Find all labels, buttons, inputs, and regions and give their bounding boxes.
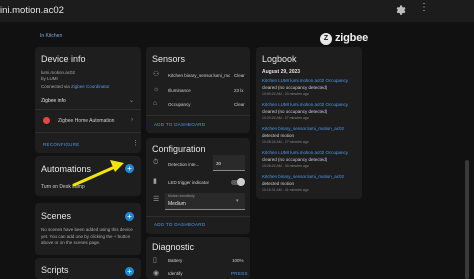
scrollbar[interactable] bbox=[465, 160, 469, 279]
sensors-title: Sensors bbox=[152, 54, 186, 64]
battery-value: 100% bbox=[232, 258, 244, 263]
battery-label[interactable]: Battery bbox=[168, 258, 182, 263]
sensors-add-to-dashboard-button[interactable]: ADD TO DASHBOARD bbox=[154, 122, 205, 127]
motion-sensitivity-label: Motion sensitivity bbox=[168, 194, 195, 198]
logbook-entity-link[interactable]: Kitchen binary_sensor.lumi_motion_ac02 bbox=[262, 126, 344, 131]
sensors-card: Sensors ⚇ Kitchen binary_sensor.lumi_mot… bbox=[146, 47, 250, 133]
automation-item[interactable]: Turn on Desk Lamp bbox=[41, 184, 85, 190]
add-automation-button[interactable]: + bbox=[125, 164, 134, 173]
motion-sensor-icon: ⚇ bbox=[153, 71, 160, 78]
detection-interval-input[interactable]: 30 bbox=[213, 155, 245, 171]
zigbee-info-toggle[interactable]: Zigbee info bbox=[41, 98, 66, 104]
identify-label: Identify bbox=[168, 271, 183, 276]
led-indicator-label: LED trigger indicator bbox=[168, 180, 210, 185]
logbook-card: Logbook August 29, 2023 Kitchen LUMI lum… bbox=[256, 47, 362, 199]
sensor-value: Clear bbox=[234, 102, 245, 107]
detection-interval-label: Detection inte... bbox=[168, 162, 200, 167]
device-info-title: Device info bbox=[41, 54, 86, 64]
more-vert-icon[interactable]: ⋮ bbox=[419, 3, 429, 13]
sensor-label[interactable]: Illuminance bbox=[168, 88, 191, 93]
diagnostic-title: Diagnostic bbox=[152, 242, 195, 252]
logbook-event: cleared (no occupancy detected) bbox=[262, 109, 328, 114]
logbook-event: detected motion bbox=[262, 133, 295, 138]
logbook-date: August 29, 2023 bbox=[262, 69, 301, 75]
timer-icon: ⏱ bbox=[153, 159, 159, 166]
automations-title: Automations bbox=[41, 164, 92, 174]
zigbee-logo-icon: Z bbox=[320, 33, 332, 45]
led-icon: ▮ bbox=[153, 178, 157, 185]
config-add-to-dashboard-button[interactable]: ADD TO DASHBOARD bbox=[154, 222, 205, 227]
home-outline-icon: ⌂ bbox=[153, 100, 158, 107]
identify-icon: ◉ bbox=[153, 270, 160, 277]
detection-interval-value: 30 bbox=[216, 161, 222, 166]
scenes-card: Scenes + No scenes have been added using… bbox=[35, 203, 141, 255]
device-manufacturer: by LUMI bbox=[41, 76, 58, 81]
gear-icon[interactable] bbox=[394, 3, 406, 15]
motion-sensitivity-select[interactable]: Motion sensitivity Medium ▾ bbox=[165, 193, 245, 210]
logbook-entity-link[interactable]: Kitchen LUMI lumi.motion.ac02 Occupancy bbox=[262, 150, 348, 155]
coordinator-link[interactable]: Zigbee Coordinator bbox=[71, 84, 110, 89]
configuration-title: Configuration bbox=[152, 144, 206, 154]
logbook-event: cleared (no occupancy detected) bbox=[262, 157, 328, 162]
dropdown-arrow-icon: ▾ bbox=[236, 198, 239, 204]
logbook-time: 10:28:24 AM - 27 minutes ago bbox=[262, 140, 309, 144]
top-bar: ini.motion.ac02 ⋮ bbox=[0, 0, 474, 22]
reconfigure-button[interactable]: RECONFIGURE bbox=[43, 142, 80, 147]
add-script-button[interactable]: + bbox=[125, 267, 134, 276]
scripts-title: Scripts bbox=[41, 265, 69, 275]
logbook-event: cleared (no occupancy detected) bbox=[262, 85, 328, 90]
sensor-value: Clear bbox=[234, 73, 245, 78]
add-scene-button[interactable]: + bbox=[125, 212, 134, 221]
sensor-label[interactable]: Occupancy bbox=[168, 102, 191, 107]
connected-via-label: Connected via bbox=[41, 84, 70, 89]
logbook-time: 10:26:24 AM - 30 minutes ago bbox=[262, 164, 309, 168]
sensor-value: 23 lx bbox=[234, 88, 244, 93]
logbook-event: detected motion bbox=[262, 181, 295, 186]
logbook-time: 10:29:24 AM - 27 minutes ago bbox=[262, 116, 309, 120]
diagnostic-card: Diagnostic ▯ Battery 100% ◉ Identify PRE… bbox=[146, 237, 250, 279]
battery-icon: ▯ bbox=[153, 257, 157, 264]
zha-logo-icon bbox=[43, 117, 50, 124]
automations-card: Automations + Turn on Desk Lamp bbox=[35, 156, 141, 196]
zigbee-brand: zigbee bbox=[335, 32, 369, 44]
device-info-card: Device info lumi.motion.ac02 by LUMI Con… bbox=[35, 47, 141, 153]
led-indicator-toggle-knob[interactable] bbox=[237, 178, 245, 186]
logbook-title: Logbook bbox=[262, 54, 297, 64]
integration-name[interactable]: Zigbee Home Automation bbox=[58, 118, 114, 124]
scenes-empty-note: No scenes have been added using this dev… bbox=[41, 227, 133, 245]
configuration-card: Configuration ⏱ Detection inte... ▮ LED … bbox=[146, 138, 250, 234]
more-vert-icon[interactable]: ⋮ bbox=[132, 140, 139, 147]
logbook-entity-link[interactable]: Kitchen LUMI lumi.motion.ac02 Occupancy bbox=[262, 102, 348, 107]
chevron-down-icon[interactable]: ⌄ bbox=[129, 98, 134, 104]
page-title: ini.motion.ac02 bbox=[0, 5, 64, 16]
logbook-entity-link[interactable]: Kitchen binary_sensor.lumi_motion_ac02 bbox=[262, 174, 344, 179]
breadcrumb[interactable]: In Kitchen bbox=[40, 33, 62, 39]
connected-via: Connected via Zigbee Coordinator bbox=[41, 84, 110, 89]
sensor-label[interactable]: Kitchen binary_sensor.lumi_motion... bbox=[168, 73, 230, 78]
scenes-title: Scenes bbox=[41, 211, 72, 221]
chevron-right-icon[interactable]: › bbox=[131, 117, 133, 123]
motion-sensitivity-value: Medium bbox=[168, 201, 186, 207]
tune-icon: ☰ bbox=[153, 196, 160, 203]
logbook-time: 10:59:24 AM - 20 minutes ago bbox=[262, 92, 309, 96]
logbook-time: 10:15:31 AM - 41 minutes ago bbox=[262, 188, 309, 192]
scripts-card: Scripts + bbox=[35, 258, 141, 279]
device-model: lumi.motion.ac02 bbox=[41, 70, 76, 75]
brightness-icon: ☼ bbox=[153, 86, 160, 93]
logbook-entity-link[interactable]: Kitchen LUMI lumi.motion.ac02 Occupancy bbox=[262, 78, 348, 83]
identify-press-button[interactable]: PRESS bbox=[231, 271, 248, 276]
